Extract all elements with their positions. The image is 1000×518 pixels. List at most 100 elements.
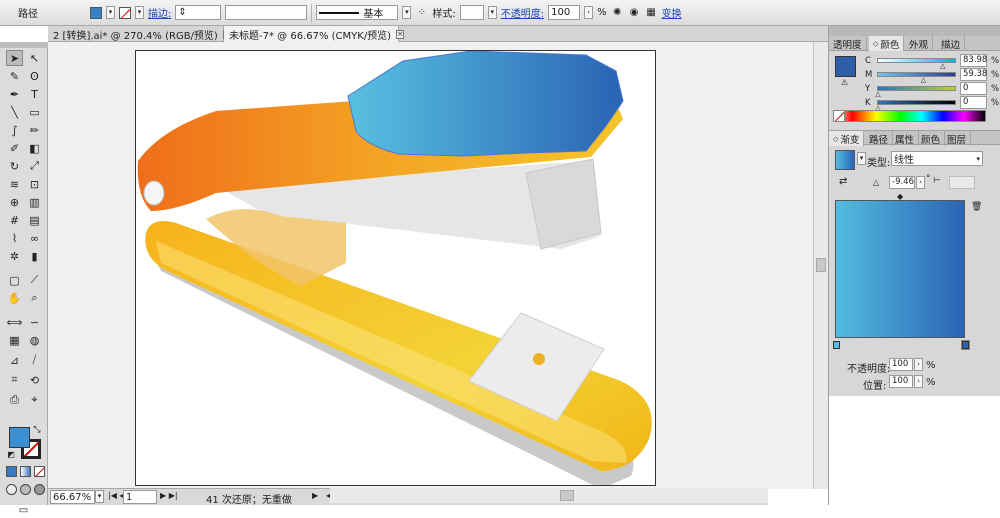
zoom-dropdown[interactable]: ▾ bbox=[95, 490, 104, 503]
gradient-angle-input[interactable]: -9.46 bbox=[889, 176, 915, 189]
channel-value-input[interactable]: 0 bbox=[960, 82, 987, 95]
reverse-gradient-icon[interactable]: ⇄ bbox=[839, 176, 847, 187]
tab-gradient[interactable]: ◇ 渐变 bbox=[829, 131, 865, 146]
magic-wand-icon[interactable]: ✎ bbox=[6, 68, 23, 84]
paintbrush-icon[interactable]: ∫ bbox=[6, 122, 23, 138]
pen-icon[interactable]: ✒ bbox=[6, 86, 23, 102]
channel-slider[interactable]: △ bbox=[875, 100, 956, 112]
brush-dropdown[interactable]: ▾ bbox=[402, 6, 412, 19]
stroke-dropdown[interactable]: ▾ bbox=[135, 6, 144, 19]
hand-icon[interactable]: ✋ bbox=[6, 290, 23, 306]
gradient-thumbnail[interactable] bbox=[835, 150, 855, 170]
tab-transparency[interactable]: 透明度 bbox=[829, 36, 867, 51]
channel-slider[interactable]: △ bbox=[875, 86, 956, 98]
document-tab[interactable]: 2 [转换].ai* @ 270.4% (RGB/预览) × bbox=[48, 26, 231, 42]
brush-definition[interactable]: 基本 bbox=[316, 5, 399, 20]
pencil-icon[interactable]: ✏ bbox=[26, 122, 43, 138]
none-color-icon[interactable] bbox=[833, 110, 845, 122]
close-icon[interactable]: × bbox=[396, 29, 404, 39]
rotate-view-icon[interactable]: ⟲ bbox=[26, 372, 43, 388]
gradient-presets-dropdown[interactable]: ▾ bbox=[857, 152, 866, 165]
gradient-preview[interactable] bbox=[835, 200, 965, 338]
warp-icon[interactable]: ≋ bbox=[6, 176, 23, 192]
none-mode-icon[interactable] bbox=[34, 466, 45, 477]
blue-cap[interactable] bbox=[347, 51, 624, 157]
draw-behind-icon[interactable] bbox=[20, 484, 31, 495]
align-options-icon[interactable]: ▦ bbox=[645, 6, 658, 19]
perspective-grid-icon[interactable]: ▥ bbox=[26, 194, 43, 210]
screen-mode-icon[interactable]: ▭ bbox=[15, 502, 32, 518]
vertical-scroll-thumb[interactable] bbox=[816, 258, 826, 272]
fill-color-well[interactable] bbox=[9, 427, 30, 448]
opacity-stepper[interactable]: › bbox=[584, 6, 594, 19]
channel-slider[interactable]: △ bbox=[877, 72, 956, 84]
vertical-scrollbar[interactable] bbox=[813, 42, 828, 489]
recolor-artwork-icon[interactable]: ✺ bbox=[611, 6, 624, 19]
fill-swatch[interactable] bbox=[90, 6, 102, 19]
blob-brush-icon[interactable]: ✐ bbox=[6, 140, 23, 156]
selection-icon[interactable]: ➤ bbox=[6, 50, 23, 66]
gradient-stop-end[interactable] bbox=[961, 340, 970, 350]
free-transform-icon[interactable]: ⊡ bbox=[26, 176, 43, 192]
graphic-style-picker[interactable] bbox=[459, 5, 484, 20]
print-tiling-icon[interactable]: ⎙ bbox=[6, 392, 23, 408]
horizontal-scrollbar[interactable] bbox=[330, 488, 768, 503]
angle-stepper[interactable]: › bbox=[916, 176, 925, 189]
panel-dock-grip[interactable] bbox=[829, 26, 1000, 36]
stop-opacity-input[interactable]: 100 bbox=[889, 358, 913, 371]
isolate-icon[interactable]: ⁘ bbox=[415, 6, 428, 19]
reflect-icon[interactable]: ⟺ bbox=[6, 314, 23, 330]
current-color-swatch[interactable] bbox=[835, 56, 856, 77]
channel-value-input[interactable]: 59.38 bbox=[960, 68, 987, 81]
align-to-icon[interactable]: ◉ bbox=[628, 6, 641, 19]
opacity-panel-link[interactable]: 不透明度: bbox=[501, 5, 544, 20]
stroke-panel-link[interactable]: 描边: bbox=[148, 5, 171, 20]
shape-builder-icon[interactable]: ⊕ bbox=[6, 194, 23, 210]
column-graph-icon[interactable]: ▮ bbox=[26, 248, 43, 264]
measure-icon[interactable]: ⊿ bbox=[6, 352, 23, 368]
color-spectrum-bar[interactable] bbox=[833, 110, 986, 122]
channel-value-input[interactable]: 0 bbox=[960, 96, 987, 109]
artboard-number-field[interactable]: 1 bbox=[123, 490, 157, 504]
slice-icon[interactable]: ⟋ bbox=[26, 272, 43, 288]
tab-pathfinder[interactable]: 路径 bbox=[865, 131, 894, 146]
channel-value-input[interactable]: 83.98 bbox=[960, 54, 987, 67]
draw-normal-icon[interactable] bbox=[6, 484, 17, 495]
tools-panel-grip[interactable] bbox=[0, 42, 48, 48]
opacity-input[interactable]: 100 bbox=[548, 5, 581, 20]
lasso-icon[interactable]: ʘ bbox=[26, 68, 43, 84]
rectangle-icon[interactable]: ▭ bbox=[26, 104, 43, 120]
tab-stroke[interactable]: 描边 bbox=[937, 36, 966, 51]
gradient-mode-icon[interactable] bbox=[20, 466, 31, 477]
gradient-type-select[interactable]: 线性 ▾ bbox=[891, 151, 983, 166]
direct-selection-icon[interactable]: ↖ bbox=[26, 50, 43, 66]
live-paint-icon[interactable]: ◍ bbox=[26, 332, 43, 348]
status-menu-icon[interactable]: ▶ bbox=[312, 491, 318, 500]
draw-inside-icon[interactable] bbox=[34, 484, 45, 495]
width-icon[interactable]: ∽ bbox=[26, 314, 43, 330]
mesh-icon[interactable]: # bbox=[6, 212, 23, 228]
stop-opacity-stepper[interactable]: › bbox=[914, 358, 923, 371]
knife-icon[interactable]: ⧸ bbox=[26, 352, 43, 368]
tab-appearance[interactable]: 外观 bbox=[905, 36, 934, 51]
out-of-gamut-icon[interactable]: ⚠ bbox=[841, 78, 848, 87]
symbol-sprayer-icon[interactable]: ✲ bbox=[6, 248, 23, 264]
fill-dropdown[interactable]: ▾ bbox=[106, 6, 115, 19]
scale-icon[interactable]: ⤢ bbox=[26, 158, 43, 174]
variable-width-profile[interactable] bbox=[225, 5, 308, 20]
location-input[interactable]: 100 bbox=[889, 375, 913, 388]
artboard[interactable] bbox=[135, 50, 656, 486]
artboard-icon[interactable]: ▢ bbox=[6, 272, 23, 288]
transform-panel-link[interactable]: 变换 bbox=[662, 5, 682, 20]
stapler-illustration[interactable] bbox=[136, 51, 656, 486]
document-tab-active[interactable]: 未标题-7* @ 66.67% (CMYK/预览) × bbox=[224, 26, 404, 42]
gradient-stop-start[interactable] bbox=[833, 341, 840, 349]
zoom-icon[interactable]: ⌕ bbox=[26, 290, 43, 306]
zoom-out-icon[interactable]: ⌖ bbox=[26, 392, 43, 408]
eraser-icon[interactable]: ◧ bbox=[26, 140, 43, 156]
default-colors-icon[interactable]: ◩ bbox=[6, 449, 16, 459]
page-nav-next-icon[interactable]: ▶ ▶| bbox=[160, 491, 178, 500]
stroke-swatch[interactable] bbox=[119, 6, 131, 19]
delete-stop-icon[interactable]: 🗑 bbox=[971, 202, 982, 212]
eyedropper-icon[interactable]: ⌇ bbox=[6, 230, 23, 246]
